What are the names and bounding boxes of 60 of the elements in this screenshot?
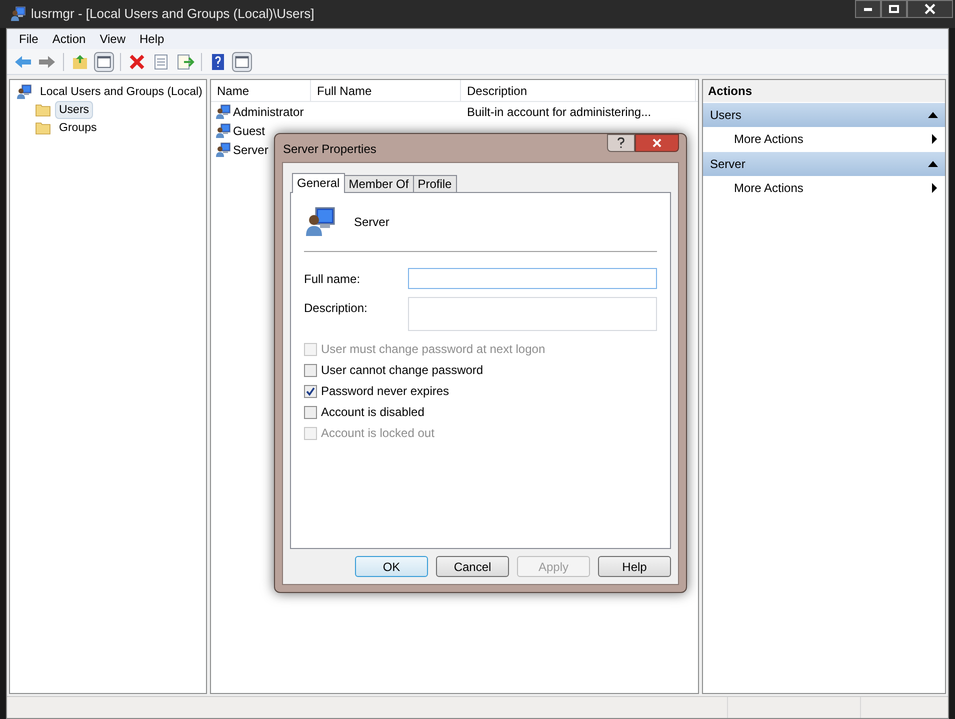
tab[interactable]: Member Of bbox=[344, 175, 414, 192]
tree-item[interactable]: Users bbox=[55, 101, 94, 119]
close-icon[interactable] bbox=[635, 134, 679, 152]
tab[interactable]: Profile bbox=[412, 175, 457, 192]
minimize-button[interactable] bbox=[855, 0, 881, 18]
dialog-button[interactable]: Help bbox=[598, 556, 671, 577]
checkbox[interactable] bbox=[304, 364, 317, 376]
menu-item[interactable]: File bbox=[19, 30, 38, 48]
checkbox-label: User must change password at next logon bbox=[321, 341, 546, 358]
export-list-icon[interactable] bbox=[175, 52, 195, 72]
column-header[interactable]: Name bbox=[211, 80, 311, 101]
user-description: Built-in account for administering... bbox=[466, 104, 652, 120]
maximize-button[interactable] bbox=[881, 0, 907, 18]
menu-item[interactable]: View bbox=[100, 30, 126, 48]
menu-item[interactable]: Help bbox=[140, 30, 164, 48]
window-title: lusrmgr - [Local Users and Groups (Local)\Users] bbox=[31, 5, 314, 24]
action-section-header[interactable]: Server bbox=[703, 152, 945, 176]
field-label: Description: bbox=[304, 300, 368, 317]
user-name[interactable]: Administrator bbox=[233, 102, 304, 120]
tab[interactable]: General bbox=[292, 173, 345, 193]
text-field[interactable] bbox=[408, 297, 657, 331]
checkbox[interactable] bbox=[304, 406, 317, 418]
help-icon[interactable] bbox=[607, 134, 635, 152]
checkbox-label: Password never expires bbox=[321, 383, 450, 400]
folder-icon bbox=[35, 103, 51, 117]
column-header[interactable]: Full Name bbox=[311, 80, 461, 101]
submenu-arrow-icon bbox=[932, 183, 937, 193]
text-field[interactable] bbox=[408, 268, 657, 289]
checkbox-label: Account is locked out bbox=[321, 425, 434, 442]
checkbox-label: User cannot change password bbox=[321, 362, 484, 379]
pane-toggle-icon[interactable] bbox=[94, 52, 114, 72]
column-header[interactable]: Description bbox=[461, 80, 696, 101]
user-name[interactable]: Server bbox=[233, 140, 268, 158]
user-monitor-icon bbox=[304, 206, 336, 238]
dialog-button[interactable]: Cancel bbox=[436, 556, 509, 577]
field-label: Full name: bbox=[304, 271, 362, 288]
user-name[interactable]: Guest bbox=[233, 122, 266, 140]
checkbox[interactable] bbox=[304, 384, 317, 398]
collapse-icon[interactable] bbox=[928, 161, 938, 167]
folder-icon bbox=[35, 121, 51, 135]
action-item[interactable]: More Actions bbox=[703, 176, 945, 200]
user-monitor-icon bbox=[16, 84, 32, 100]
user-monitor-icon bbox=[10, 6, 26, 22]
user-monitor-icon bbox=[215, 104, 231, 120]
submenu-arrow-icon bbox=[932, 134, 937, 144]
user-monitor-icon bbox=[215, 142, 231, 158]
close-icon[interactable] bbox=[907, 0, 953, 18]
actions-title: Actions bbox=[703, 80, 945, 102]
dialog-button[interactable]: OK bbox=[355, 556, 428, 577]
tree-item[interactable]: Local Users and Groups (Local) bbox=[36, 83, 206, 101]
tree-item[interactable]: Groups bbox=[55, 119, 101, 137]
dialog-title: Server Properties bbox=[283, 141, 376, 158]
action-pane-icon[interactable] bbox=[232, 52, 252, 72]
collapse-icon[interactable] bbox=[928, 112, 938, 118]
checkbox-label: Account is disabled bbox=[321, 404, 424, 421]
action-section-header[interactable]: Users bbox=[703, 103, 945, 127]
account-name: Server bbox=[354, 214, 390, 231]
action-item[interactable]: More Actions bbox=[703, 127, 945, 151]
user-monitor-icon bbox=[215, 122, 231, 138]
menu-item[interactable]: Action bbox=[52, 30, 86, 48]
